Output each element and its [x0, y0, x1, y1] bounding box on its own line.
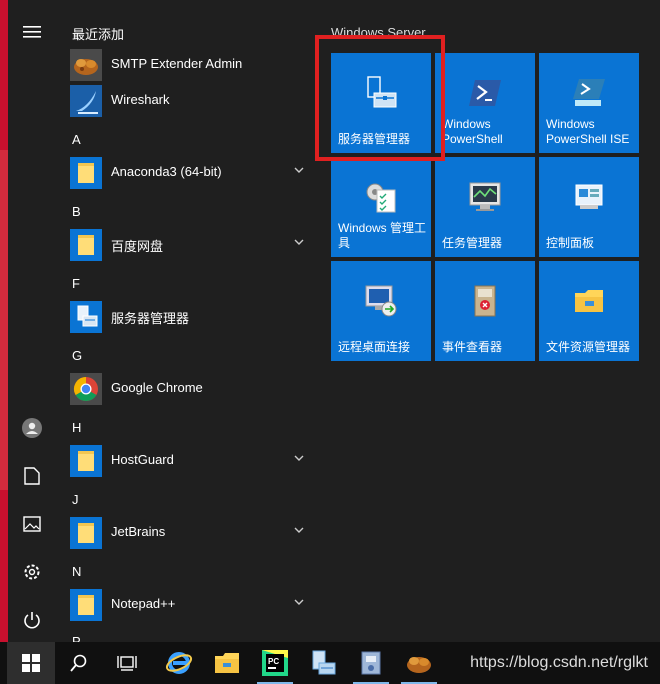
app-item-wireshark[interactable]: Wireshark — [64, 83, 314, 119]
chevron-down-icon[interactable] — [294, 455, 304, 461]
internet-explorer-button[interactable] — [155, 642, 203, 684]
pycharm-button[interactable]: PC — [251, 642, 299, 684]
tile-control-panel[interactable]: 控制面板 — [539, 157, 639, 257]
chevron-down-icon[interactable] — [294, 527, 304, 533]
admin-tools-icon — [331, 175, 431, 219]
section-letter-b[interactable]: B — [72, 204, 81, 219]
chrome-icon — [70, 373, 102, 405]
section-letter-f[interactable]: F — [72, 276, 80, 291]
app-button[interactable] — [347, 642, 395, 684]
section-letter-a[interactable]: A — [72, 132, 81, 147]
folder-icon — [70, 157, 102, 189]
section-letter-j[interactable]: J — [72, 492, 79, 507]
server-manager-icon — [70, 301, 102, 333]
tile-powershell[interactable]: Windows PowerShell — [435, 53, 535, 153]
tile-admin-tools[interactable]: Windows 管理工具 — [331, 157, 431, 257]
app-item-anaconda[interactable]: Anaconda3 (64-bit) — [64, 155, 314, 191]
smtp-extender-icon — [70, 49, 102, 81]
start-button[interactable] — [7, 642, 55, 684]
task-manager-icon — [435, 175, 535, 219]
smtp-extender-icon — [407, 657, 431, 673]
file-explorer-icon — [215, 653, 239, 673]
tile-event-viewer[interactable]: 事件查看器 — [435, 261, 535, 361]
app-item-hostguard[interactable]: HostGuard — [64, 443, 314, 479]
recent-header: 最近添加 — [72, 27, 125, 42]
tile-remote-desktop[interactable]: 远程桌面连接 — [331, 261, 431, 361]
section-letter-h[interactable]: H — [72, 420, 81, 435]
file-explorer-button[interactable] — [203, 642, 251, 684]
chevron-down-icon[interactable] — [294, 599, 304, 605]
folder-icon — [70, 445, 102, 477]
watermark-text: https://blog.csdn.net/rglkt — [470, 654, 648, 671]
wireshark-icon — [70, 85, 102, 117]
powershell-ise-icon — [539, 71, 639, 115]
search-icon — [70, 654, 87, 672]
task-view-icon — [117, 656, 137, 671]
smtp-extender-taskbar-button[interactable] — [395, 642, 443, 684]
svg-text:PC: PC — [268, 657, 279, 666]
app-list: 最近添加 SMTP Extender Admin Wireshark A Ana… — [64, 0, 314, 642]
section-letter-n[interactable]: N — [72, 564, 81, 579]
server-manager-icon — [312, 650, 336, 675]
document-icon[interactable] — [8, 456, 56, 496]
settings-icon[interactable] — [8, 552, 56, 592]
tile-file-explorer[interactable]: 文件资源管理器 — [539, 261, 639, 361]
app-item-notepad-plus-plus[interactable]: Notepad++ — [64, 587, 314, 623]
power-icon[interactable] — [8, 600, 56, 640]
start-icon — [22, 654, 40, 672]
pycharm-icon: PC — [262, 650, 288, 676]
chevron-down-icon[interactable] — [294, 239, 304, 245]
app-item-server-manager[interactable]: 服务器管理器 — [64, 299, 314, 335]
task-view-button[interactable] — [103, 642, 151, 684]
tile-powershell-ise[interactable]: Windows PowerShell ISE — [539, 53, 639, 153]
chevron-down-icon[interactable] — [294, 167, 304, 173]
server-manager-taskbar-button[interactable] — [299, 642, 347, 684]
internet-explorer-icon — [165, 652, 193, 674]
event-viewer-icon — [435, 279, 535, 323]
powershell-icon — [435, 71, 535, 115]
pictures-icon[interactable] — [8, 504, 56, 544]
control-panel-icon — [539, 175, 639, 219]
remote-desktop-icon — [331, 279, 431, 323]
folder-icon — [70, 517, 102, 549]
highlight-box — [315, 35, 445, 161]
user-icon[interactable] — [8, 408, 56, 448]
search-button[interactable] — [55, 642, 103, 684]
app-item-google-chrome[interactable]: Google Chrome — [64, 371, 314, 407]
hamburger-icon[interactable] — [8, 12, 56, 52]
app-icon — [361, 651, 381, 675]
app-item-smtp-extender[interactable]: SMTP Extender Admin — [64, 47, 314, 83]
folder-icon — [70, 229, 102, 261]
folder-icon — [70, 589, 102, 621]
tile-task-manager[interactable]: 任务管理器 — [435, 157, 535, 257]
desktop-background — [0, 0, 8, 642]
start-rail — [8, 0, 56, 642]
app-item-baidu-netdisk[interactable]: 百度网盘 — [64, 227, 314, 263]
section-letter-p[interactable]: P — [72, 634, 81, 642]
section-letter-g[interactable]: G — [72, 348, 82, 363]
app-item-jetbrains[interactable]: JetBrains — [64, 515, 314, 551]
file-explorer-icon — [539, 279, 639, 323]
taskbar: PC https://blog.csdn.net/rglkt — [0, 642, 660, 684]
